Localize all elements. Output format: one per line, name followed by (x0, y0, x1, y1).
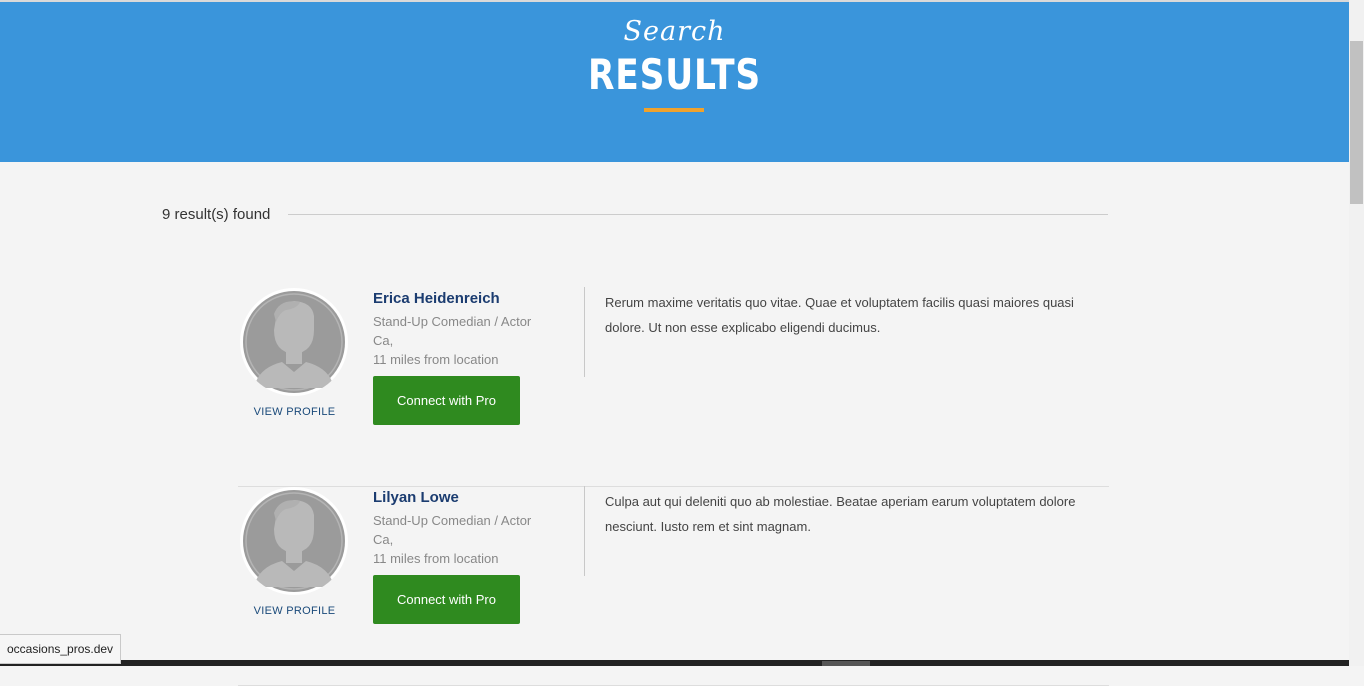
user-silhouette-icon (243, 291, 345, 393)
card-vertical-divider (584, 287, 585, 377)
status-bar-url: occasions_pros.dev (0, 634, 122, 664)
scrollbar-thumb[interactable] (1350, 41, 1363, 204)
bottom-bar-handle (822, 661, 870, 666)
pro-name[interactable]: Erica Heidenreich (373, 290, 500, 307)
connect-with-pro-button[interactable]: Connect with Pro (373, 575, 520, 624)
hero-script-text: Search (623, 16, 726, 47)
hero-banner: Search RESULTS (0, 2, 1349, 162)
results-count: 9 result(s) found (162, 206, 271, 223)
card-vertical-divider (584, 486, 585, 576)
pro-distance: 11 miles from location (373, 551, 499, 566)
pro-bio: Rerum maxime veritatis quo vitae. Quae e… (605, 295, 1074, 335)
pro-role: Stand-Up Comedian / Actor (373, 513, 532, 528)
bottom-bar (0, 660, 1349, 666)
result-card: VIEW PROFILE Lilyan Lowe Stand-Up Comedi… (238, 486, 1109, 686)
pro-distance: 11 miles from location (373, 352, 499, 367)
view-profile-link[interactable]: VIEW PROFILE (238, 605, 351, 617)
user-silhouette-icon (243, 490, 345, 592)
pro-details: Stand-Up Comedian / Actor Ca, 11 miles f… (373, 511, 531, 568)
page-title: RESULTS (587, 50, 762, 99)
avatar[interactable] (240, 288, 348, 396)
view-profile-link[interactable]: VIEW PROFILE (238, 406, 351, 418)
results-divider (288, 214, 1108, 215)
connect-with-pro-button[interactable]: Connect with Pro (373, 376, 520, 425)
pro-bio: Culpa aut qui deleniti quo ab molestiae.… (605, 494, 1076, 534)
pro-name[interactable]: Lilyan Lowe (373, 489, 459, 506)
result-card: VIEW PROFILE Erica Heidenreich Stand-Up … (238, 287, 1109, 487)
pro-role: Stand-Up Comedian / Actor (373, 314, 532, 329)
pro-location: Ca, (373, 333, 394, 348)
title-underline (644, 108, 704, 112)
avatar[interactable] (240, 487, 348, 595)
pro-details: Stand-Up Comedian / Actor Ca, 11 miles f… (373, 312, 531, 369)
pro-location: Ca, (373, 532, 394, 547)
